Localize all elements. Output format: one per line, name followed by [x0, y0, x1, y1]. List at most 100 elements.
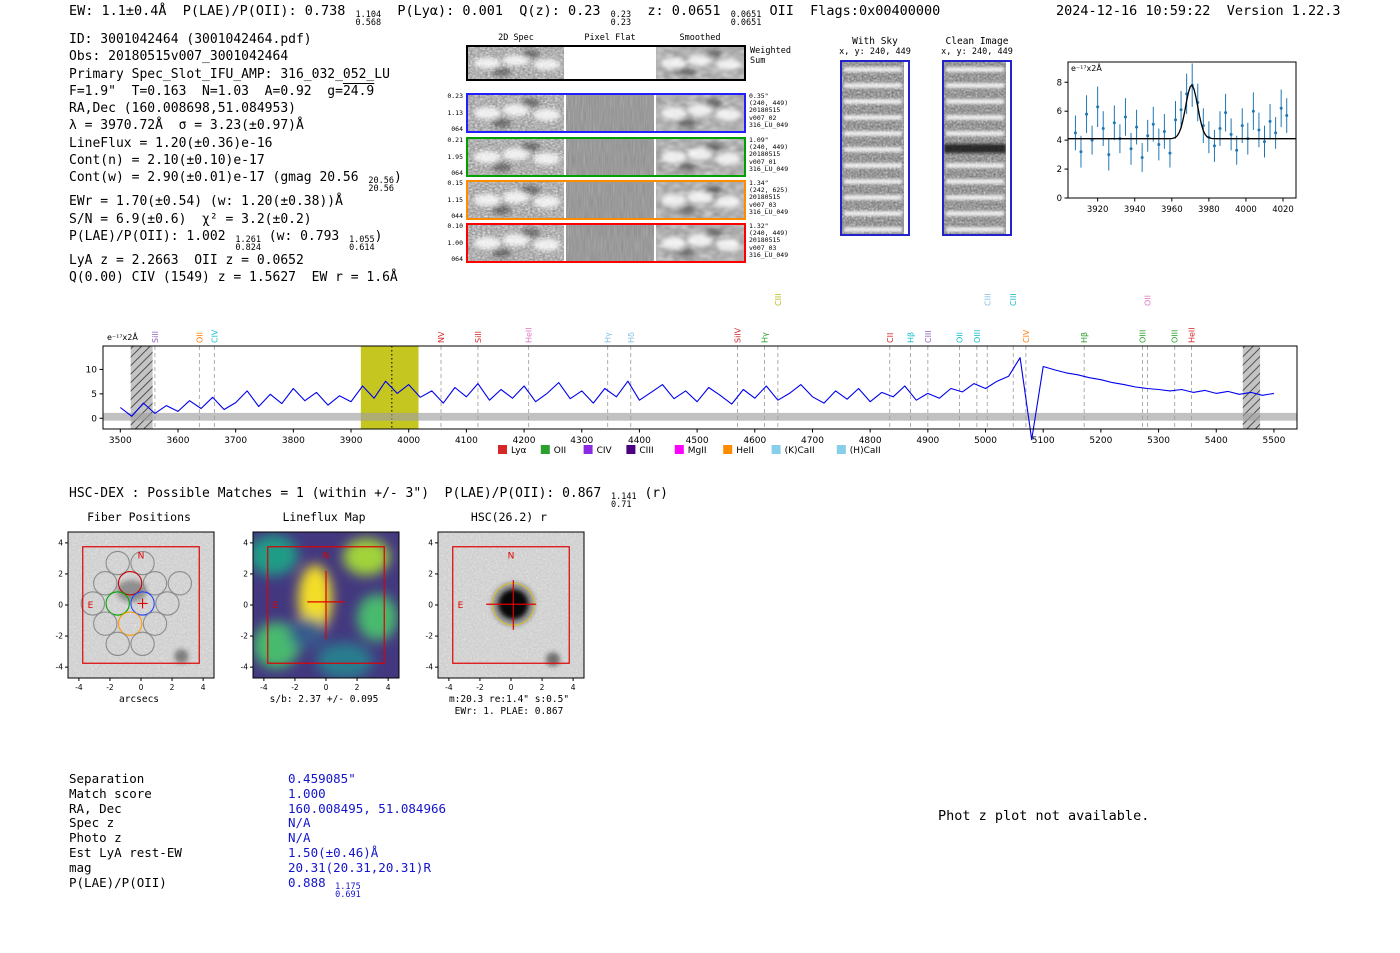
legend-swatch — [771, 445, 781, 454]
match-table-label: Photo z — [69, 830, 122, 846]
svg-text:0: 0 — [243, 601, 248, 610]
cutout-image — [656, 95, 744, 131]
legend-label: HeII — [736, 446, 754, 456]
lineflux-map-title: Lineflux Map — [282, 510, 366, 524]
elixer-report-page: EW: 1.1±0.4Å P(LAE)/P(OII): 0.738 1.104 0… — [0, 0, 1400, 953]
line-label: CIII — [774, 293, 783, 306]
svg-text:5500: 5500 — [1262, 436, 1285, 446]
legend-swatch — [583, 445, 593, 454]
photz-note: Phot z plot not available. — [938, 808, 1150, 824]
full-spectrum-plot: 3500 3600 3700 3800 3900 4000 4100 4200 4300 4400… — [86, 293, 1298, 456]
line-label: CIII — [983, 293, 992, 306]
spec2d-row-images — [466, 45, 746, 81]
legend-label: MgII — [688, 446, 707, 456]
stacked-fraction: 1.104 0.568 — [355, 10, 382, 28]
info-line: F=1.9" T=0.163 N=1.03 A=0.92 g=24.9 — [69, 83, 375, 99]
legend-swatch — [836, 445, 846, 454]
hsc-cutout-title: HSC(26.2) r — [470, 510, 548, 524]
match-table-row: Photo z N/A — [69, 830, 446, 846]
svg-text:2: 2 — [170, 683, 175, 692]
col-header-smoothed: Smoothed — [679, 33, 721, 43]
line-label: Hδ — [627, 332, 636, 343]
svg-text:5: 5 — [91, 390, 97, 400]
match-table-label: Spec z — [69, 815, 115, 831]
svg-text:0: 0 — [58, 601, 63, 610]
svg-text:4: 4 — [386, 683, 391, 692]
svg-text:4000: 4000 — [397, 436, 420, 446]
spec2d-row-images — [466, 93, 746, 133]
svg-text:3600: 3600 — [167, 436, 190, 446]
info-line: Cont(w) = 2.90(±0.01)e-17 (gmag 20.56 20… — [69, 170, 402, 195]
svg-text:2: 2 — [1057, 165, 1062, 175]
spec2d-row-images — [466, 223, 746, 263]
svg-text:-4: -4 — [75, 683, 83, 692]
clean-image-title: Clean Image — [945, 36, 1009, 47]
compass-east: E — [458, 601, 464, 611]
cutout-image — [656, 182, 744, 218]
svg-text:6: 6 — [1057, 107, 1062, 117]
with-sky-strip — [842, 62, 904, 234]
svg-text:0: 0 — [139, 683, 144, 692]
match-table-value: N/A — [288, 830, 311, 846]
match-table: Separation 0.459085" Match score 1.000 RA, D… — [69, 771, 446, 899]
svg-text:5100: 5100 — [1032, 436, 1055, 446]
svg-text:4: 4 — [58, 538, 63, 547]
svg-text:0: 0 — [1057, 194, 1062, 204]
svg-text:4: 4 — [428, 538, 433, 547]
legend-swatch — [498, 445, 507, 454]
cutout-image — [468, 95, 564, 131]
svg-text:3800: 3800 — [282, 436, 305, 446]
stacked-fraction: 20.56 20.56 — [368, 176, 395, 195]
spec2d-row-right-label: 1.32" (240, 449) 20180515 v007_03 316_LU_049 — [749, 222, 789, 259]
match-table-value: N/A — [288, 815, 311, 831]
fiber-positions-title: Fiber Positions — [87, 510, 191, 524]
info-line: λ = 3970.72Å σ = 3.23(±0.97)Å — [69, 118, 304, 134]
cutout-image — [468, 139, 564, 175]
line-label: SiIV — [733, 327, 742, 343]
compass-north: N — [323, 551, 330, 561]
cutout-image — [566, 95, 654, 131]
svg-text:-4: -4 — [241, 663, 249, 672]
line-label: CII — [886, 333, 895, 343]
compass-north: N — [138, 551, 145, 561]
match-table-row: Match score 1.000 — [69, 786, 446, 802]
svg-text:4: 4 — [243, 538, 248, 547]
spec2d-row-left-label: 0.21 1.95 064 — [447, 136, 463, 177]
cutout-image — [468, 182, 564, 218]
svg-text:4: 4 — [571, 683, 576, 692]
svg-text:3920: 3920 — [1087, 205, 1109, 215]
svg-text:-2: -2 — [106, 683, 114, 692]
legend-label: CIII — [639, 446, 653, 456]
cutout-image — [656, 47, 744, 79]
stacked-fraction: 0.0651 0.0651 — [730, 10, 762, 28]
info-line: S/N = 6.9(±0.6) χ² = 3.2(±0.2) — [69, 211, 312, 227]
line-label: Hβ — [907, 332, 916, 343]
legend-swatch — [723, 445, 733, 454]
info-line: P(LAE)/P(OII): 1.002 1.261 0.824 (w: 0.79… — [69, 228, 383, 253]
spec2d-cutout-section: 2D Spec Pixel Flat Smoothed Weighted Sum 0… — [440, 30, 800, 270]
svg-text:-2: -2 — [241, 632, 249, 641]
svg-text:3900: 3900 — [340, 436, 363, 446]
svg-text:3500: 3500 — [109, 436, 132, 446]
svg-text:4400: 4400 — [628, 436, 651, 446]
match-table-label: RA, Dec — [69, 800, 122, 816]
svg-text:-2: -2 — [476, 683, 484, 692]
cutout-image — [566, 225, 654, 261]
cutout-image — [566, 47, 654, 79]
svg-text:3700: 3700 — [224, 436, 247, 446]
svg-text:4020: 4020 — [1272, 205, 1294, 215]
line-label: OII — [956, 332, 965, 343]
line-fit-points — [1073, 63, 1289, 172]
lineflux-map-plot: N E -4 -4 -2 -2 0 0 2 2 4 4 — [241, 531, 400, 692]
with-sky-image — [840, 60, 910, 236]
svg-text:2: 2 — [540, 683, 545, 692]
svg-text:2: 2 — [428, 569, 433, 578]
spec2d-row-left-label: 0.23 1.13 064 — [447, 92, 463, 133]
match-table-row: Est LyA rest-EW 1.50(±0.46)Å — [69, 845, 446, 861]
spectrum-ylabel: e⁻¹⁷x2Å — [107, 331, 138, 342]
spec2d-row-right-label: 0.35" (240, 449) 20180515 v007_02 316_LU_049 — [749, 92, 789, 129]
stacked-fraction: 1.055 0.614 — [349, 234, 375, 253]
legend-label: OII — [554, 446, 566, 456]
report-datetime: 2024-12-16 10:59:22 — [1056, 3, 1211, 19]
spec2d-row-images — [466, 137, 746, 177]
